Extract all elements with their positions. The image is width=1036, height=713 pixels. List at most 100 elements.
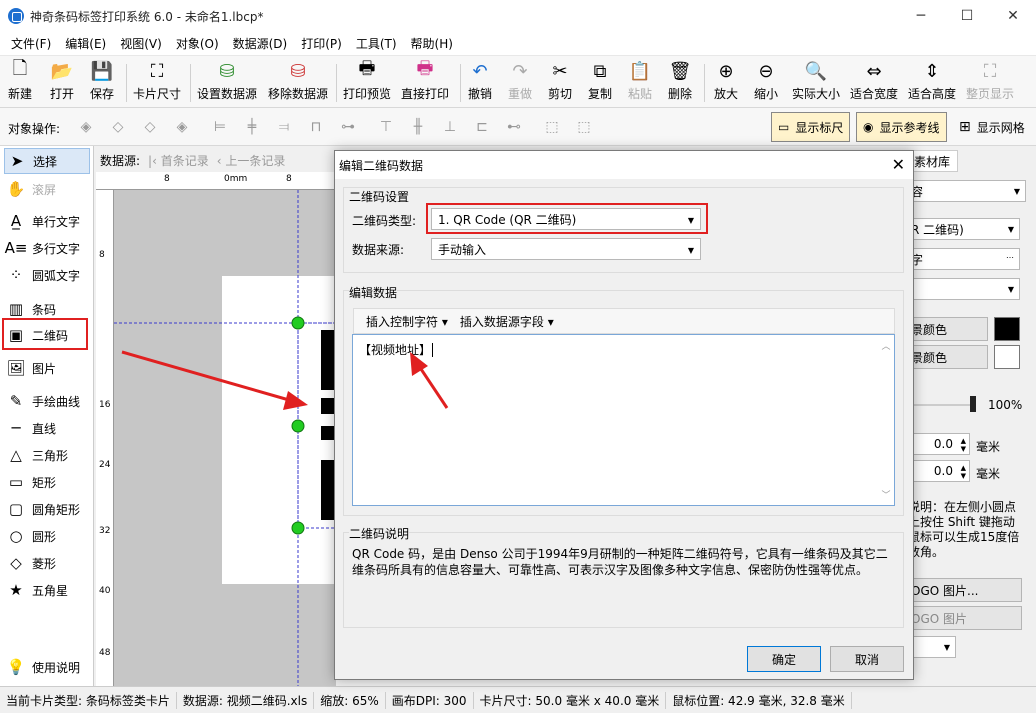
dialog-close-icon[interactable]: ✕ — [892, 155, 905, 174]
card-size-button[interactable]: ⛶ 卡片尺寸 — [133, 60, 181, 106]
minimize-button[interactable]: ─ — [898, 0, 944, 32]
menu-object[interactable]: 对象(O) — [169, 35, 226, 52]
tool-freehand[interactable]: ✎ 手绘曲线 — [4, 388, 90, 414]
status-card-type[interactable]: 当前卡片类型: 条码标签类卡片 — [0, 691, 177, 709]
tool-multi-text[interactable]: A≡ 多行文字 — [4, 235, 90, 261]
data-source-select[interactable]: 手动输入 ▼ — [431, 238, 701, 260]
fit-width-button[interactable]: ⇔ 适合宽度 — [850, 60, 898, 106]
background-color-button[interactable]: 景颜色 — [906, 345, 988, 369]
content-dropdown[interactable]: 容 ▼ — [906, 180, 1026, 202]
new-file-icon: 🗋 — [12, 58, 28, 79]
close-window-button[interactable]: ✕ — [990, 0, 1036, 32]
undo-button[interactable]: ↶ 撤销 — [468, 60, 492, 106]
group-icon[interactable]: ⬚ — [542, 117, 562, 137]
distribute-v-icon[interactable]: ⊏ — [472, 117, 492, 137]
ungroup-icon[interactable]: ⬚ — [574, 117, 594, 137]
align-left-icon[interactable]: ⊨ — [210, 117, 230, 137]
x-spinner[interactable]: 0.0 ▲ ▼ — [906, 433, 970, 455]
scroll-up-icon[interactable]: ︿ — [880, 339, 892, 352]
align-middle-icon[interactable]: ╫ — [408, 117, 428, 137]
direct-print-button[interactable]: 🖶 直接打印 — [401, 58, 449, 106]
records-label: 数据源: — [100, 153, 141, 168]
align-top-icon[interactable]: ⊤ — [376, 117, 396, 137]
pen-icon: ✎ — [9, 392, 23, 410]
new-button[interactable]: 🗋 新建 — [8, 58, 32, 106]
foreground-swatch[interactable] — [994, 317, 1020, 341]
menu-view[interactable]: 视图(V) — [113, 35, 169, 52]
fit-height-button[interactable]: ⇕ 适合高度 — [908, 60, 956, 106]
redo-button[interactable]: ↷ 重做 — [508, 60, 532, 106]
cut-button[interactable]: ✂ 剪切 — [548, 60, 572, 106]
foreground-color-button[interactable]: 景颜色 — [906, 317, 988, 341]
ok-button[interactable]: 确定 — [747, 646, 821, 672]
show-guides-toggle[interactable]: ◉ 显示参考线 — [856, 112, 947, 142]
menu-print[interactable]: 打印(P) — [294, 35, 349, 52]
zoom-out-button[interactable]: ⊖ 缩小 — [754, 60, 778, 106]
tool-single-text[interactable]: A̲ 单行文字 — [4, 208, 90, 234]
opacity-slider-thumb[interactable] — [970, 396, 976, 412]
menu-tools[interactable]: 工具(T) — [349, 35, 404, 52]
first-record-button[interactable]: |‹ 首条记录 — [148, 152, 209, 169]
tool-circle[interactable]: ○ 圆形 — [4, 523, 90, 549]
logo-image-button[interactable]: OGO 图片... — [906, 578, 1022, 602]
copy-icon: ⧉ — [593, 60, 607, 82]
space-h-icon[interactable]: ⊶ — [338, 117, 358, 137]
open-button[interactable]: 📂 打开 — [50, 60, 74, 106]
space-v-icon[interactable]: ⊷ — [504, 117, 524, 137]
actual-size-button[interactable]: 🔍 实际大小 — [792, 60, 840, 106]
align-right-icon[interactable]: ⫤ — [274, 117, 294, 137]
tool-rect[interactable]: ▭ 矩形 — [4, 469, 90, 495]
menu-file[interactable]: 文件(F) — [4, 35, 58, 52]
show-ruler-toggle[interactable]: ▭ 显示标尺 — [771, 112, 851, 142]
save-button[interactable]: 💾 保存 — [90, 60, 114, 106]
align-bottom-icon[interactable]: ⊥ — [440, 117, 460, 137]
zoom-in-button[interactable]: ⊕ 放大 — [714, 60, 738, 106]
source-field[interactable]: 字… — [906, 248, 1020, 270]
show-grid-toggle[interactable]: ⊞ 显示网格 — [952, 112, 1032, 142]
print-preview-button[interactable]: 🖶 打印预览 — [343, 58, 391, 106]
tool-line[interactable]: ─ 直线 — [4, 415, 90, 441]
menu-help[interactable]: 帮助(H) — [404, 35, 460, 52]
tool-help[interactable]: 💡 使用说明 — [4, 654, 90, 680]
align-center-icon[interactable]: ╪ — [242, 117, 262, 137]
tool-scroll[interactable]: ✋ 滚屏 — [4, 176, 90, 202]
maximize-button[interactable]: ☐ — [944, 0, 990, 32]
tool-star[interactable]: ★ 五角星 — [4, 577, 90, 603]
prev-record-button[interactable]: ‹ 上一条记录 — [217, 152, 286, 169]
highlight-qr-type — [426, 203, 708, 234]
qr-type-dropdown[interactable]: R 二维码) ▼ — [906, 218, 1020, 240]
qr-data-textarea[interactable]: 【视频地址】 ︿ ﹀ — [352, 334, 895, 506]
tool-round-rect[interactable]: ▢ 圆角矩形 — [4, 496, 90, 522]
database-add-icon: ⛁ — [219, 60, 235, 82]
cancel-button[interactable]: 取消 — [830, 646, 904, 672]
bring-front-icon[interactable]: ◈ — [76, 117, 96, 137]
full-page-button[interactable]: ⛶ 整页显示 — [966, 60, 1014, 106]
send-back-icon[interactable]: ◈ — [172, 117, 192, 137]
menu-datasource[interactable]: 数据源(D) — [226, 35, 295, 52]
tool-arc-text[interactable]: ⁘ 圆弧文字 — [4, 262, 90, 288]
opacity-slider-track[interactable] — [910, 404, 974, 406]
scroll-down-icon[interactable]: ﹀ — [880, 488, 892, 501]
insert-control-char-button[interactable]: 插入控制字符 ▾ — [360, 313, 448, 330]
tool-image[interactable]: 🖼 图片 — [4, 355, 90, 381]
group-edit-label: 编辑数据 — [349, 284, 398, 301]
copy-button[interactable]: ⧉ 复制 — [588, 60, 612, 106]
title-bar: 神奇条码标签打印系统 6.0 - 未命名1.lbcp* ─ ☐ ✕ — [0, 0, 1036, 32]
tool-triangle[interactable]: △ 三角形 — [4, 442, 90, 468]
y-spinner[interactable]: 0.0 ▲ ▼ — [906, 460, 970, 482]
menu-edit[interactable]: 编辑(E) — [58, 35, 113, 52]
paste-button[interactable]: 📋 粘贴 — [628, 60, 652, 106]
tool-select[interactable]: ➤ 选择 — [4, 148, 90, 174]
option-dropdown[interactable]: ▼ — [906, 278, 1020, 300]
remove-logo-button[interactable]: OGO 图片 — [906, 606, 1022, 630]
background-swatch[interactable] — [994, 345, 1020, 369]
distribute-h-icon[interactable]: ⊓ — [306, 117, 326, 137]
bring-forward-icon[interactable]: ◇ — [108, 117, 128, 137]
grid-icon: ⊞ — [959, 119, 971, 135]
delete-button[interactable]: 🗑 删除 — [668, 60, 692, 106]
send-backward-icon[interactable]: ◇ — [140, 117, 160, 137]
insert-field-button[interactable]: 插入数据源字段 ▾ — [454, 313, 554, 330]
tool-diamond[interactable]: ◇ 菱形 — [4, 550, 90, 576]
remove-datasource-button[interactable]: ⛁ 移除数据源 — [268, 60, 328, 106]
set-datasource-button[interactable]: ⛁ 设置数据源 — [197, 60, 257, 106]
